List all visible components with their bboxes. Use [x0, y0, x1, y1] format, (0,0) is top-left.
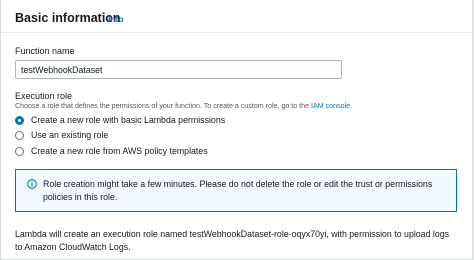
info-alert: Role creation might take a few minutes. …: [15, 169, 457, 212]
radio-button[interactable]: [15, 130, 24, 140]
radio-label: Use an existing role: [31, 130, 109, 140]
info-link[interactable]: Info: [108, 14, 124, 24]
function-name-input[interactable]: [15, 60, 342, 79]
alert-message: Role creation might take a few minutes. …: [43, 179, 433, 202]
radio-button-selected[interactable]: [15, 115, 24, 125]
execution-role-description: Choose a role that defines the permissio…: [15, 102, 352, 110]
panel-header: Basic information Info: [1, 0, 472, 33]
radio-option-create-basic-role[interactable]: Create a new role with basic Lambda perm…: [15, 114, 225, 126]
radio-button[interactable]: [15, 146, 24, 156]
description-text: Choose a role that defines the permissio…: [15, 102, 312, 110]
section-title: Basic information: [15, 11, 121, 25]
info-circle-icon: [27, 179, 37, 189]
radio-option-policy-templates[interactable]: Create a new role from AWS policy templa…: [15, 145, 208, 157]
radio-label: Create a new role with basic Lambda perm…: [31, 115, 226, 125]
description-end: .: [350, 102, 353, 110]
iam-console-link[interactable]: IAM console: [311, 102, 350, 110]
execution-role-label: Execution role: [15, 91, 73, 101]
radio-option-existing-role[interactable]: Use an existing role: [15, 129, 108, 141]
basic-information-panel: Basic information Info Function name Exe…: [0, 0, 473, 260]
function-name-label: Function name: [15, 46, 75, 56]
radio-label: Create a new role from AWS policy templa…: [31, 146, 208, 156]
role-creation-note: Lambda will create an execution role nam…: [15, 229, 450, 252]
